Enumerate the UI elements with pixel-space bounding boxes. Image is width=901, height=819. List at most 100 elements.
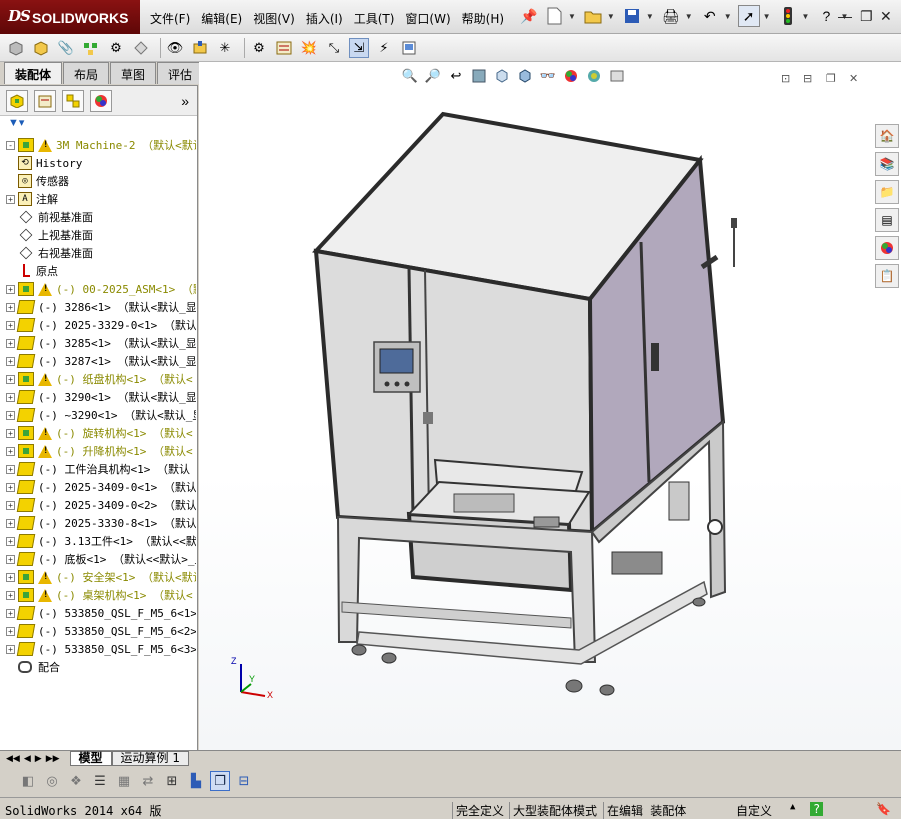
tab-evaluate[interactable]: 评估: [157, 62, 204, 84]
tab-assembly[interactable]: 装配体: [4, 62, 63, 84]
tree-node[interactable]: + (-) 底板<1> （默认<<默认>_显: [0, 550, 196, 568]
appearances-icon[interactable]: [875, 236, 899, 260]
menu-window[interactable]: 窗口(W): [405, 10, 450, 27]
menu-file[interactable]: 文件(F): [150, 10, 190, 27]
minimize-icon[interactable]: —: [838, 8, 852, 24]
smart-fasteners-icon[interactable]: ⚙: [106, 38, 126, 58]
tree-node[interactable]: + (-) 2025-3409-0<2> （默认<: [0, 496, 196, 514]
tree-node[interactable]: + (-) 533850_QSL_F_M5_6<1>: [0, 604, 196, 622]
tree-node[interactable]: + (-) 2025-3330-8<1> （默认<: [0, 514, 196, 532]
tree-node[interactable]: + (-) 533850_QSL_F_M5_6<3>: [0, 640, 196, 658]
move-component-icon[interactable]: [131, 38, 151, 58]
chevron-down-icon[interactable]: ▼: [568, 12, 576, 21]
expand-toggle-icon[interactable]: +: [6, 500, 15, 510]
tree-node[interactable]: - 3M Machine-2 （默认<默认_显: [0, 136, 196, 154]
expand-toggle-icon[interactable]: +: [6, 284, 15, 294]
open-icon[interactable]: [582, 5, 604, 27]
insert-component-icon[interactable]: [6, 38, 26, 58]
tree-node[interactable]: 原点: [0, 262, 196, 280]
tree-node[interactable]: + (-) 安全架<1> （默认<默认: [0, 568, 196, 586]
chevron-down-icon[interactable]: ▼: [763, 12, 771, 21]
tree-node[interactable]: 配合: [0, 658, 196, 676]
undo-icon[interactable]: ↶: [699, 5, 721, 27]
expand-toggle-icon[interactable]: +: [6, 482, 15, 492]
tree-node[interactable]: + (-) ~3290<1> （默认<默认_显: [0, 406, 196, 424]
tree-node[interactable]: + (-) 2025-3409-0<1> （默认<: [0, 478, 196, 496]
custom-properties-icon[interactable]: 📋: [875, 264, 899, 288]
status-units[interactable]: 自定义: [736, 802, 772, 819]
tree-node[interactable]: + (-) 工件治具机构<1> （默认: [0, 460, 196, 478]
view-tool-3-icon[interactable]: ❖: [66, 771, 86, 791]
tab-scroll-last-icon[interactable]: ▶▶: [46, 753, 60, 764]
configuration-manager-icon[interactable]: [62, 89, 84, 112]
expand-toggle-icon[interactable]: +: [6, 536, 15, 546]
close-icon[interactable]: ✕: [880, 8, 892, 25]
chevron-down-icon[interactable]: ▼: [685, 12, 693, 21]
tab-sketch[interactable]: 草图: [110, 62, 157, 84]
split-view-icon[interactable]: ⊟: [234, 771, 254, 791]
tree-node[interactable]: ⟲ History: [0, 154, 196, 172]
instant3d-icon[interactable]: ⇲: [349, 37, 369, 58]
help-icon[interactable]: ?: [815, 5, 837, 27]
menu-view[interactable]: 视图(V): [253, 10, 295, 27]
units-chevron-down-icon[interactable]: ▲: [790, 802, 795, 812]
tab-motion-study[interactable]: 运动算例 1: [111, 751, 189, 766]
assembly-model-view[interactable]: [199, 62, 901, 750]
tree-node[interactable]: + (-) 纸盘机构<1> （默认<: [0, 370, 196, 388]
pin-icon[interactable]: 📌: [518, 5, 540, 27]
more-tabs-button[interactable]: »: [181, 93, 189, 109]
bill-of-materials-icon[interactable]: [274, 38, 294, 58]
traffic-light-icon[interactable]: [777, 5, 799, 27]
tree-node[interactable]: + (-) 3.13工件<1> （默认<<默认: [0, 532, 196, 550]
expand-toggle-icon[interactable]: +: [6, 572, 15, 582]
explode-line-sketch-icon[interactable]: ⤡: [324, 38, 344, 58]
expand-toggle-icon[interactable]: +: [6, 302, 15, 312]
new-motion-study-icon[interactable]: ⚙: [249, 38, 269, 58]
select-arrow-icon[interactable]: ➚: [737, 5, 760, 27]
show-hidden-icon[interactable]: 👁: [165, 38, 185, 58]
window-view-icon[interactable]: ❐: [210, 771, 230, 791]
tree-node[interactable]: + (-) 00-2025_ASM<1> （默认: [0, 280, 196, 298]
tab-scroll-first-icon[interactable]: ◀◀: [6, 753, 20, 764]
graphics-area[interactable]: 🔍 🔎 ↩ 👓 ⊡ ⊟ ❐ ✕ Z X Y 🏠 📚 📁 ▤ 📋: [199, 62, 901, 750]
tab-model[interactable]: 模型: [69, 751, 112, 766]
menu-help[interactable]: 帮助(H): [462, 10, 504, 27]
rebuild-icon[interactable]: 🔖: [876, 802, 891, 816]
menu-insert[interactable]: 插入(I): [306, 10, 343, 27]
chevron-down-icon[interactable]: ▼: [646, 12, 654, 21]
mate-icon[interactable]: 📎: [56, 38, 76, 58]
save-icon[interactable]: [621, 5, 643, 27]
tree-node[interactable]: 上视基准面: [0, 226, 196, 244]
expand-toggle-icon[interactable]: +: [6, 356, 15, 366]
chevron-down-icon[interactable]: ▼: [607, 12, 615, 21]
filter-icon[interactable]: ▼▾: [0, 116, 197, 132]
feature-manager-icon[interactable]: [6, 89, 28, 112]
view-tool-1-icon[interactable]: ◧: [18, 771, 38, 791]
tree-node[interactable]: ◎ 传感器: [0, 172, 196, 190]
expand-toggle-icon[interactable]: +: [6, 428, 15, 438]
expand-toggle-icon[interactable]: +: [6, 446, 15, 456]
expand-toggle-icon[interactable]: +: [6, 374, 15, 384]
tab-layout[interactable]: 布局: [63, 62, 110, 84]
compare-icon[interactable]: ⇄: [138, 771, 158, 791]
hierarchy-icon[interactable]: ⊞: [162, 771, 182, 791]
chevron-down-icon[interactable]: ▼: [802, 12, 810, 21]
list-view-icon[interactable]: ☰: [90, 771, 110, 791]
expand-toggle-icon[interactable]: +: [6, 554, 15, 564]
expand-toggle-icon[interactable]: +: [6, 644, 15, 654]
update-speedpak-icon[interactable]: ⚡: [374, 38, 394, 58]
property-manager-icon[interactable]: [34, 89, 56, 112]
tree-node[interactable]: 右视基准面: [0, 244, 196, 262]
chevron-down-icon[interactable]: ▼: [724, 12, 732, 21]
assembly-features-icon[interactable]: [190, 38, 210, 58]
view-palette-icon[interactable]: ▤: [875, 208, 899, 232]
tree-node[interactable]: + (-) 3290<1> （默认<默认_显: [0, 388, 196, 406]
new-document-icon[interactable]: [543, 5, 565, 27]
tab-scroll-prev-icon[interactable]: ◀: [24, 753, 31, 764]
tree-node[interactable]: 前视基准面: [0, 208, 196, 226]
tree-node[interactable]: + (-) 桌架机构<1> （默认<: [0, 586, 196, 604]
tree-node[interactable]: + A 注解: [0, 190, 196, 208]
expand-toggle-icon[interactable]: +: [6, 590, 15, 600]
linear-pattern-icon[interactable]: [81, 38, 101, 58]
tree-node[interactable]: + (-) 升降机构<1> （默认<: [0, 442, 196, 460]
